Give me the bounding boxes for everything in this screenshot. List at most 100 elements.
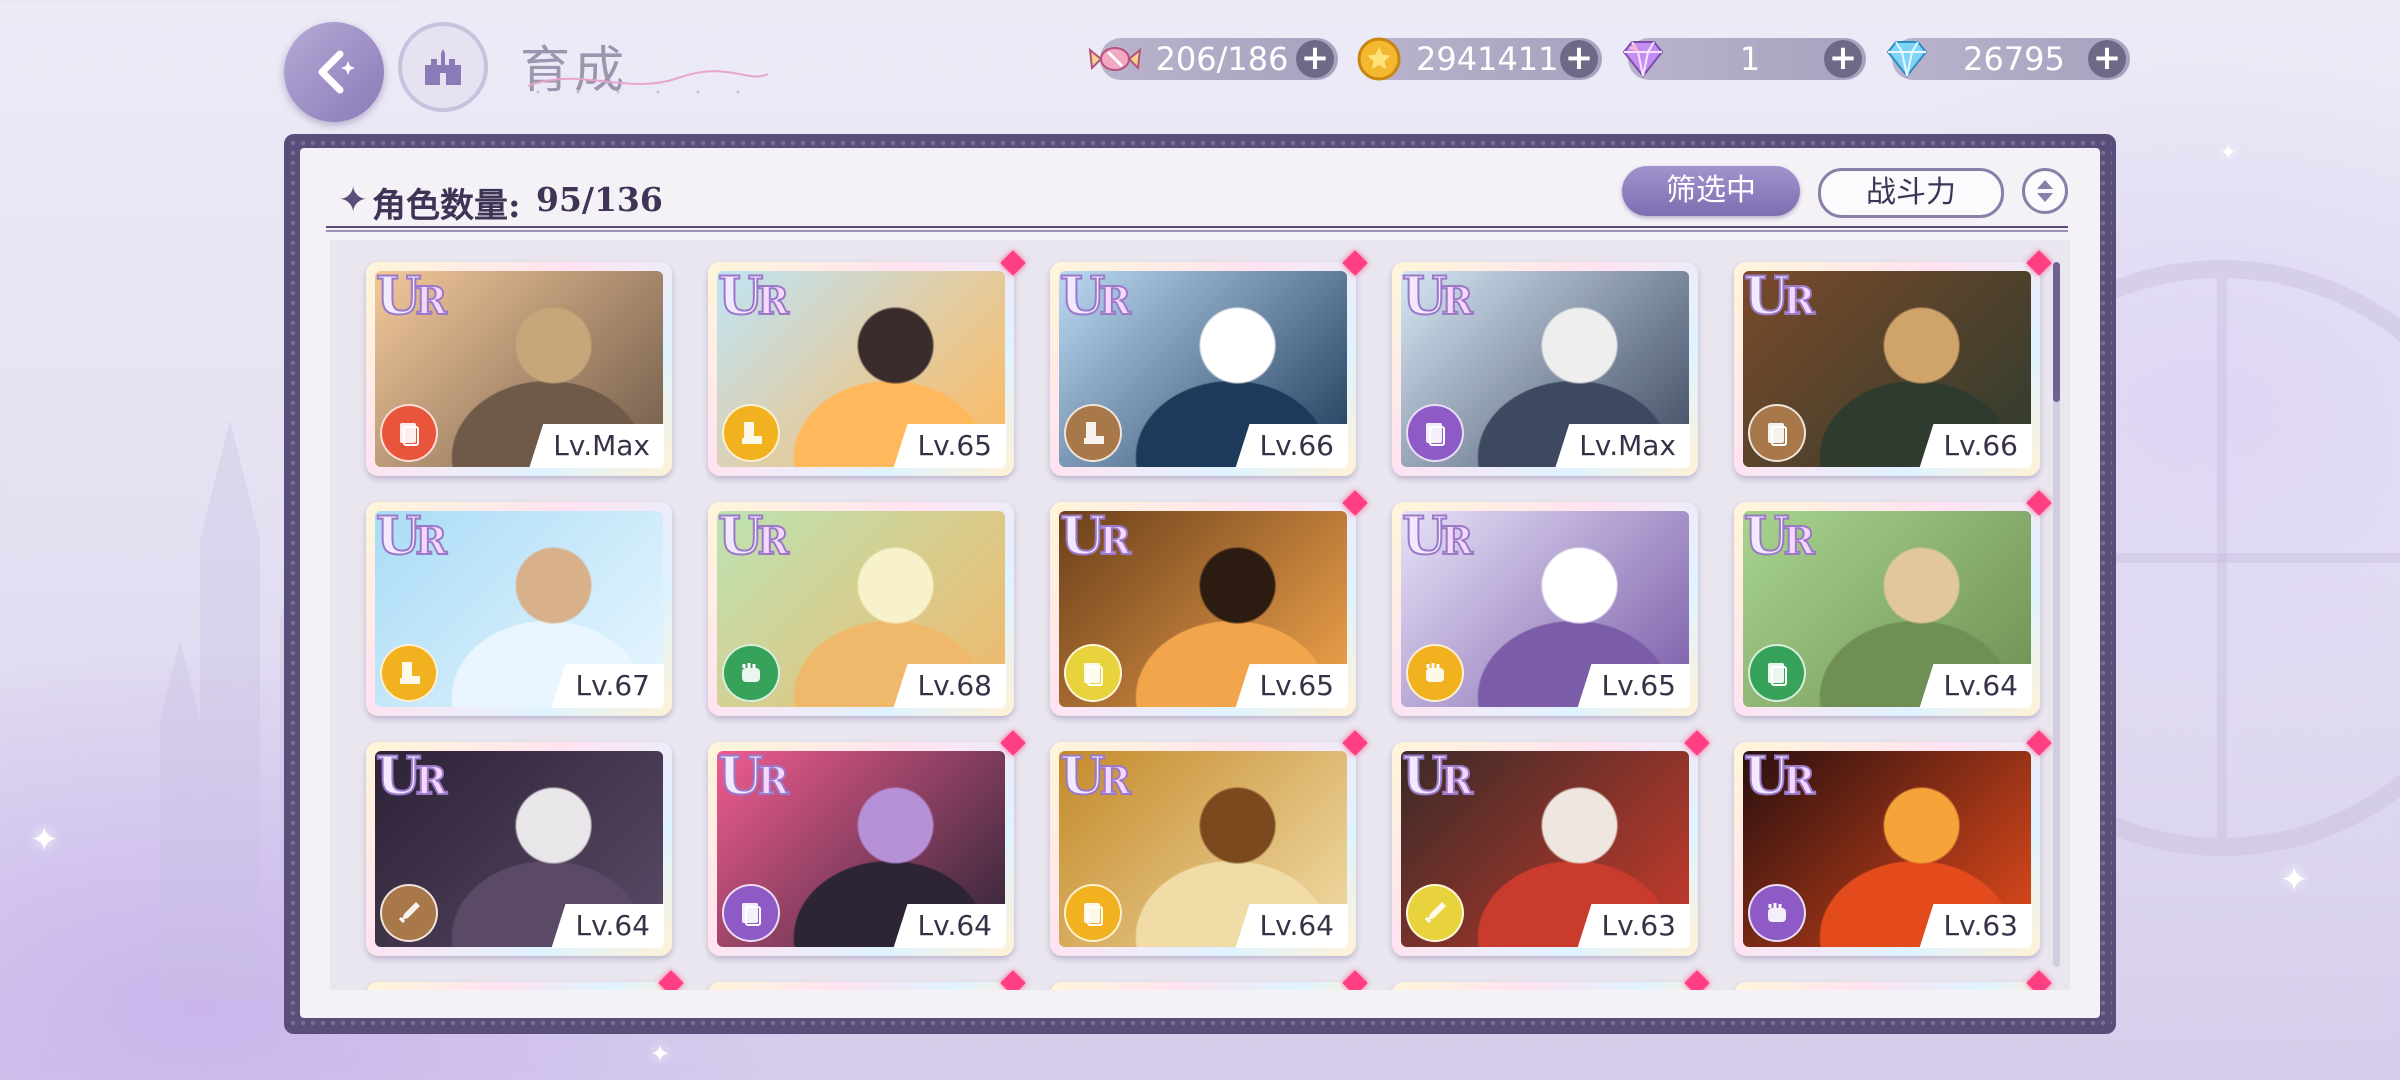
back-button[interactable]	[284, 22, 384, 122]
character-card[interactable]: UR Lv.65	[1392, 502, 1698, 716]
character-card[interactable]: UR Lv.66	[1050, 250, 1368, 476]
character-card[interactable]: UR Lv.65	[1050, 490, 1368, 716]
new-indicator-icon	[1000, 970, 1026, 990]
filter-button[interactable]: 筛选中	[1622, 166, 1800, 216]
character-card[interactable]	[366, 970, 684, 990]
scrollbar-thumb[interactable]	[2053, 262, 2060, 402]
level-label: Lv.64	[1235, 904, 1348, 948]
new-indicator-icon	[1342, 730, 1368, 756]
sort-button[interactable]: 战斗力	[1818, 168, 2004, 218]
character-grid[interactable]: UR Lv.Max UR Lv.65 UR Lv.66 UR Lv.Max UR Lv.66 UR L…	[330, 240, 2070, 990]
attribute-badge	[1064, 644, 1122, 702]
rarity-badge: UR	[717, 745, 790, 808]
character-card[interactable]	[1734, 970, 2052, 990]
character-card[interactable]: UR Lv.63	[1392, 730, 1710, 956]
character-card[interactable]: UR Lv.66	[1734, 250, 2052, 476]
grid-scrollbar[interactable]	[2053, 262, 2060, 967]
rainbow-diamond-icon	[1622, 41, 1664, 78]
attribute-badge	[722, 884, 780, 942]
new-indicator-icon	[658, 970, 684, 990]
rarity-badge: UR	[1059, 745, 1132, 808]
attribute-badge	[380, 404, 438, 462]
diamond-value: 26795	[1963, 40, 2065, 78]
rarity-badge: UR	[1401, 505, 1474, 568]
level-label: Lv.63	[1919, 904, 2032, 948]
card-attribute-icon	[400, 423, 419, 446]
character-card[interactable]	[708, 970, 1026, 990]
rarity-badge: UR	[1401, 265, 1474, 328]
character-card[interactable]: UR Lv.Max	[366, 262, 672, 476]
character-card[interactable]	[1050, 970, 1368, 990]
attribute-badge	[722, 404, 780, 462]
gold-coin-icon	[1357, 37, 1401, 81]
sort-order-icon	[2037, 180, 2053, 202]
candy-icon	[1088, 47, 1142, 71]
candy-add-button[interactable]: +	[1296, 40, 1334, 78]
new-indicator-icon	[2026, 250, 2052, 276]
character-card[interactable]: UR Lv.65	[708, 250, 1026, 476]
level-label: Lv.66	[1919, 424, 2032, 468]
character-card[interactable]: UR Lv.64	[1734, 490, 2052, 716]
attribute-badge	[1064, 404, 1122, 462]
home-button[interactable]	[398, 22, 488, 112]
boot-attribute-icon	[400, 662, 420, 684]
attribute-badge	[380, 884, 438, 942]
candy-resource: 206/186 +	[1088, 38, 1338, 80]
character-count-label: 角色数量:	[372, 186, 521, 226]
rainbow-gem-add-button[interactable]: +	[1824, 40, 1862, 78]
level-label: Lv.63	[1577, 904, 1690, 948]
character-count-value: 95/136	[536, 180, 663, 219]
level-label: Lv.Max	[529, 424, 664, 468]
character-card[interactable]: UR Lv.63	[1734, 730, 2052, 956]
level-label: Lv.64	[893, 904, 1006, 948]
rarity-badge: UR	[717, 265, 790, 328]
new-indicator-icon	[1684, 970, 1710, 990]
boot-attribute-icon	[1084, 422, 1104, 444]
card-attribute-icon	[742, 903, 761, 926]
gold-value: 2941411	[1416, 40, 1559, 78]
new-indicator-icon	[1342, 250, 1368, 276]
attribute-badge	[1406, 644, 1464, 702]
boot-attribute-icon	[742, 422, 762, 444]
diamond-add-button[interactable]: +	[2088, 40, 2126, 78]
attribute-badge	[722, 644, 780, 702]
character-card[interactable]: UR Lv.68	[708, 502, 1014, 716]
fist-attribute-icon	[1768, 903, 1786, 922]
attribute-badge	[380, 644, 438, 702]
rarity-badge: UR	[1059, 505, 1132, 568]
attribute-badge	[1748, 884, 1806, 942]
back-arrow-icon	[318, 50, 355, 94]
level-label: Lv.64	[551, 904, 664, 948]
rarity-badge: UR	[717, 505, 790, 568]
level-label: Lv.67	[551, 664, 664, 708]
character-card[interactable]: UR Lv.64	[1050, 730, 1368, 956]
character-card[interactable]: UR Lv.64	[708, 730, 1026, 956]
castle-home-icon	[425, 49, 461, 85]
character-card[interactable]	[1392, 970, 1710, 990]
fist-attribute-icon	[742, 663, 760, 682]
gold-add-button[interactable]: +	[1560, 40, 1598, 78]
sort-order-button[interactable]	[2022, 168, 2068, 214]
level-label: Lv.66	[1235, 424, 1348, 468]
new-indicator-icon	[2026, 730, 2052, 756]
card-attribute-icon	[1084, 903, 1103, 926]
character-card[interactable]: UR Lv.67	[366, 502, 672, 716]
new-indicator-icon	[1342, 490, 1368, 516]
new-indicator-icon	[1000, 250, 1026, 276]
level-label: Lv.Max	[1555, 424, 1690, 468]
character-card[interactable]: UR Lv.64	[366, 742, 672, 956]
rarity-badge: UR	[1401, 745, 1474, 808]
sparkle-icon: ✦	[2220, 140, 2237, 164]
gold-resource: 2941411 +	[1357, 37, 1602, 81]
level-label: Lv.65	[1577, 664, 1690, 708]
rarity-badge: UR	[1059, 265, 1132, 328]
rarity-badge: UR	[375, 265, 448, 328]
rainbow-gem-resource: 1 +	[1622, 38, 1866, 80]
rainbow-gem-value: 1	[1739, 40, 1761, 78]
card-attribute-icon	[1084, 663, 1103, 686]
rarity-badge: UR	[1743, 505, 1816, 568]
sword-attribute-icon	[398, 902, 420, 924]
new-indicator-icon	[1684, 730, 1710, 756]
character-card[interactable]: UR Lv.Max	[1392, 262, 1698, 476]
rarity-badge: UR	[1743, 265, 1816, 328]
